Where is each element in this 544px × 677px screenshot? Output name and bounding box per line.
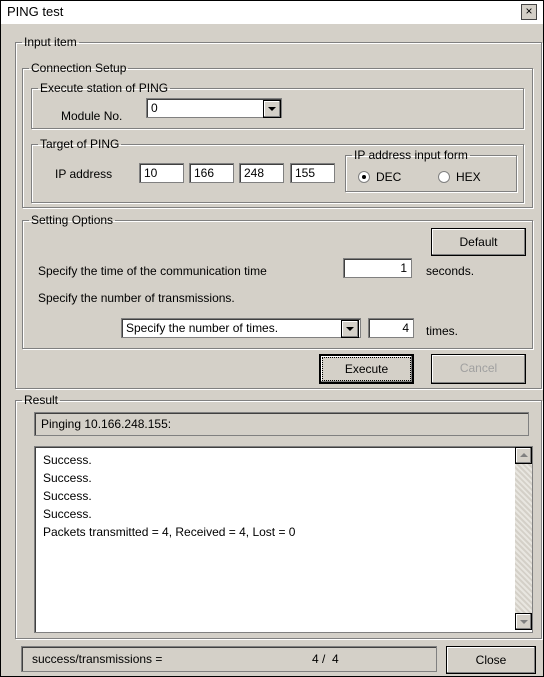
- ip-octet-1-input[interactable]: 10: [139, 163, 184, 183]
- execute-station-legend: Execute station of PING: [40, 81, 169, 95]
- result-lines: Success. Success. Success. Success. Pack…: [43, 451, 295, 541]
- result-line: Packets transmitted = 4, Received = 4, L…: [43, 525, 296, 539]
- summary-label: success/transmissions =: [32, 652, 163, 666]
- transmissions-unit: times.: [426, 324, 459, 338]
- result-output-area[interactable]: Success. Success. Success. Success. Pack…: [34, 446, 533, 633]
- module-no-value: 0: [151, 101, 158, 115]
- summary-box: success/transmissions = 4 / 4: [21, 646, 437, 672]
- cancel-button[interactable]: Cancel: [431, 354, 526, 384]
- connection-setup-legend: Connection Setup: [31, 61, 127, 75]
- transmissions-mode-select[interactable]: Specify the number of times.: [121, 318, 361, 338]
- ip-input-form-group: IP address input form: [345, 148, 517, 192]
- scroll-up-arrow-icon[interactable]: [515, 447, 532, 464]
- default-button[interactable]: Default: [431, 228, 526, 256]
- module-no-dropdown-button[interactable]: [263, 100, 281, 118]
- transmissions-count-input[interactable]: 4: [368, 318, 414, 338]
- execute-button[interactable]: Execute: [319, 354, 414, 384]
- module-no-label: Module No.: [61, 109, 123, 123]
- hex-label[interactable]: HEX: [456, 170, 481, 184]
- ip-input-form-legend: IP address input form: [354, 148, 468, 162]
- dec-radio-selected-dot: [362, 175, 366, 179]
- result-line: Success.: [43, 489, 92, 503]
- result-status-box: Pinging 10.166.248.155:: [34, 412, 529, 436]
- result-line: Success.: [43, 453, 92, 467]
- comm-time-unit: seconds.: [426, 264, 475, 278]
- ip-octet-4-input[interactable]: 155: [290, 163, 335, 183]
- transmissions-mode-value: Specify the number of times.: [126, 321, 279, 335]
- target-of-ping-legend: Target of PING: [40, 137, 120, 151]
- ping-test-window: PING test × Input item Connection Setup …: [0, 0, 544, 677]
- dec-label[interactable]: DEC: [376, 170, 401, 184]
- input-item-legend: Input item: [24, 35, 77, 49]
- ip-octet-3-input[interactable]: 248: [239, 163, 284, 183]
- module-no-select[interactable]: 0: [146, 98, 282, 118]
- close-icon[interactable]: ×: [521, 4, 537, 20]
- ip-octet-2-input[interactable]: 166: [189, 163, 234, 183]
- scroll-down-arrow-icon[interactable]: [515, 613, 532, 630]
- result-scrollbar[interactable]: [515, 447, 532, 630]
- summary-value: 4 / 4: [312, 652, 339, 666]
- result-legend: Result: [24, 393, 59, 407]
- result-line: Success.: [43, 471, 92, 485]
- comm-time-input[interactable]: 1: [343, 258, 412, 278]
- ip-address-label: IP address: [55, 167, 113, 181]
- comm-time-label: Specify the time of the communication ti…: [38, 264, 267, 278]
- setting-options-legend: Setting Options: [31, 213, 114, 227]
- result-line: Success.: [43, 507, 92, 521]
- hex-radio[interactable]: [438, 171, 450, 183]
- window-title: PING test: [7, 4, 64, 19]
- transmissions-mode-dropdown-button[interactable]: [341, 320, 359, 338]
- title-bar: PING test ×: [1, 1, 543, 24]
- dec-radio[interactable]: [358, 171, 370, 183]
- result-status-text: Pinging 10.166.248.155:: [41, 417, 172, 431]
- transmissions-label: Specify the number of transmissions.: [38, 291, 235, 305]
- close-button[interactable]: Close: [446, 646, 536, 674]
